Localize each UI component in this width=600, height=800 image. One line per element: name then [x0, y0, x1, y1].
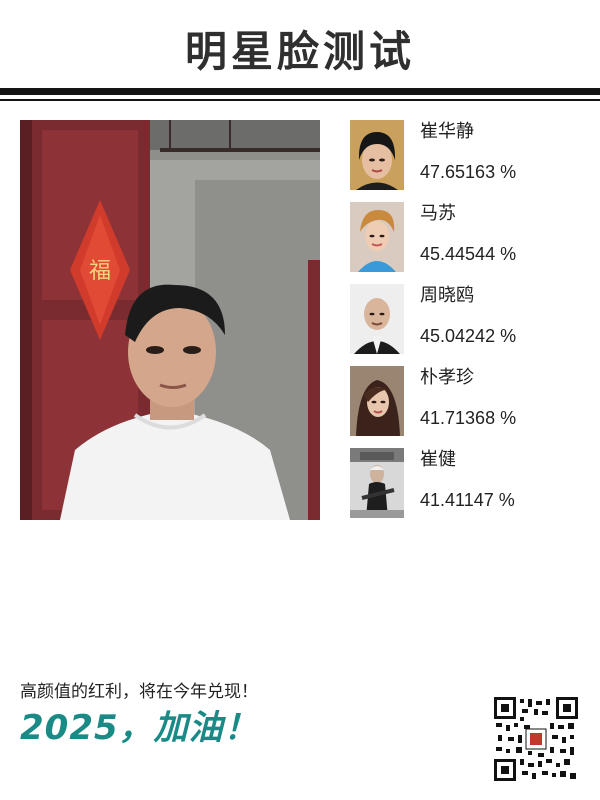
avatar: [350, 284, 404, 354]
list-item[interactable]: 周晓鸥 45.04242 %: [350, 284, 580, 354]
page-title: 明星脸测试: [184, 27, 415, 76]
avatar: [350, 202, 404, 272]
match-name: 周晓鸥: [420, 285, 474, 306]
match-score: 41.41147 %: [420, 490, 515, 510]
header-divider-thick: [0, 88, 600, 95]
match-score: 41.71368 %: [420, 408, 517, 428]
result-page: 明星脸测试 福 崔华静 47.65163 % 马苏 45.44544 % 周晓鸥…: [0, 0, 600, 800]
match-score: 45.44544 %: [420, 244, 517, 264]
qr-code-icon[interactable]: [494, 697, 578, 781]
avatar: [350, 366, 404, 436]
user-photo: 福: [20, 120, 320, 520]
match-name: 崔健: [420, 449, 456, 470]
footer-slogan: 2025，加油！: [20, 708, 259, 748]
match-score: 47.65163 %: [420, 162, 517, 182]
list-item[interactable]: 朴孝珍 41.71368 %: [350, 366, 580, 436]
match-name: 马苏: [420, 203, 456, 224]
footer-message: 高颜值的红利，将在今年兑现！: [20, 682, 258, 702]
list-item[interactable]: 崔健 41.41147 %: [350, 448, 580, 518]
list-item[interactable]: 崔华静 47.65163 %: [350, 120, 580, 190]
match-score: 45.04242 %: [420, 326, 517, 346]
avatar: [350, 120, 404, 190]
avatar: [350, 448, 404, 518]
list-item[interactable]: 马苏 45.44544 %: [350, 202, 580, 272]
svg-text:福: 福: [89, 259, 111, 284]
match-list: 崔华静 47.65163 % 马苏 45.44544 % 周晓鸥 45.0424…: [350, 120, 580, 530]
match-name: 朴孝珍: [420, 367, 474, 388]
header-divider-thin: [0, 99, 600, 101]
match-name: 崔华静: [420, 121, 474, 142]
